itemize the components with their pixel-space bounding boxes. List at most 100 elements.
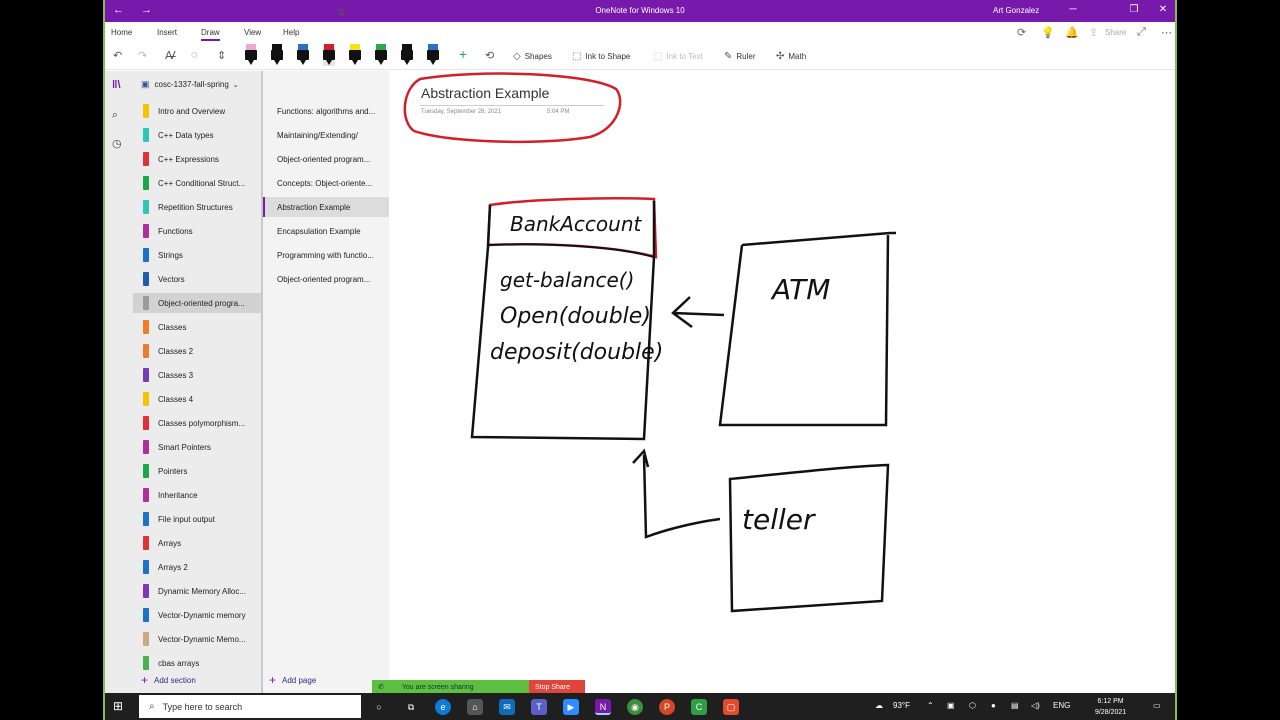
- section-item[interactable]: Dynamic Memory Alloc...: [133, 581, 261, 601]
- add-pen-icon[interactable]: +: [459, 46, 467, 62]
- tab-draw[interactable]: Draw: [201, 28, 220, 41]
- search-icon[interactable]: ⌕: [112, 109, 118, 122]
- chrome-icon[interactable]: ◉: [627, 699, 643, 715]
- page-list-item[interactable]: Object-oriented program...: [263, 269, 389, 289]
- ink-to-text-button[interactable]: ⬚ Ink to Text: [653, 51, 703, 62]
- page-list-item[interactable]: Programming with functio...: [263, 245, 389, 265]
- network-icon[interactable]: ▤: [1011, 701, 1019, 710]
- volume-icon[interactable]: ◁): [1031, 701, 1040, 710]
- user-name[interactable]: Art Gonzalez: [993, 6, 1039, 15]
- sync-icon[interactable]: ⟳: [1017, 26, 1026, 39]
- page-list-item[interactable]: Object-oriented program...: [263, 149, 389, 169]
- section-item[interactable]: Smart Pointers: [133, 437, 261, 457]
- windows-start-icon[interactable]: ⊞: [113, 699, 123, 713]
- camtasia-icon[interactable]: C: [691, 699, 707, 715]
- add-page-button[interactable]: + Add page: [269, 673, 316, 687]
- pen-tool[interactable]: [401, 44, 413, 66]
- page-list-item[interactable]: Maintaining/Extending/: [263, 125, 389, 145]
- tab-help[interactable]: Help: [283, 28, 299, 37]
- task-view-icon[interactable]: ⧉: [403, 699, 419, 715]
- more-options-icon[interactable]: ⋯: [1161, 26, 1172, 39]
- close-button[interactable]: ✕: [1155, 4, 1171, 15]
- section-item[interactable]: Classes 3: [133, 365, 261, 385]
- zoom-icon[interactable]: ▶: [563, 699, 579, 715]
- math-button[interactable]: ✣ Math: [776, 51, 806, 62]
- taskbar-search-box[interactable]: ⌕ Type here to search: [139, 695, 361, 718]
- bell-icon[interactable]: 🔔: [1065, 26, 1079, 39]
- section-item[interactable]: Strings: [133, 245, 261, 265]
- shapes-button[interactable]: ◇ Shapes: [513, 51, 552, 62]
- section-item[interactable]: Inheritance: [133, 485, 261, 505]
- mail-icon[interactable]: ✉: [499, 699, 515, 715]
- lasso-select-icon[interactable]: ◌: [191, 49, 198, 61]
- ink-drawing[interactable]: BankAccount get-balance() Open(double) d…: [390, 71, 1177, 693]
- section-item[interactable]: Arrays 2: [133, 557, 261, 577]
- section-item[interactable]: Classes: [133, 317, 261, 337]
- powerpoint-icon[interactable]: P: [659, 699, 675, 715]
- ink-replay-icon[interactable]: ⟲: [485, 49, 494, 62]
- pen-tool[interactable]: [349, 44, 361, 66]
- lightbulb-icon[interactable]: 💡: [1041, 26, 1055, 39]
- page-list-item[interactable]: Concepts: Object-oriente...: [263, 173, 389, 193]
- type-select-icon[interactable]: Ꜻ: [165, 49, 176, 62]
- pen-tool[interactable]: [323, 44, 335, 66]
- share-button[interactable]: Share: [1105, 28, 1126, 37]
- pen-tool[interactable]: [271, 44, 283, 66]
- ruler-button[interactable]: ✎ Ruler: [724, 51, 756, 62]
- pen-tool[interactable]: [427, 44, 439, 66]
- undo-icon[interactable]: ↶: [113, 49, 122, 62]
- section-item[interactable]: Vector-Dynamic Memo...: [133, 629, 261, 649]
- tab-view[interactable]: View: [244, 28, 261, 37]
- notification-center-icon[interactable]: ▭: [1153, 701, 1161, 710]
- tab-home[interactable]: Home: [111, 28, 132, 37]
- section-item[interactable]: Classes 2: [133, 341, 261, 361]
- section-item[interactable]: Object-oriented progra...: [133, 293, 261, 313]
- tab-insert[interactable]: Insert: [157, 28, 177, 37]
- section-item[interactable]: C++ Data types: [133, 125, 261, 145]
- stop-share-button[interactable]: Stop Share: [529, 680, 585, 694]
- edge-browser-icon[interactable]: e: [435, 699, 451, 715]
- store-icon[interactable]: ⌂: [467, 699, 483, 715]
- teams-icon[interactable]: T: [531, 699, 547, 715]
- microphone-icon[interactable]: ●: [991, 701, 996, 710]
- section-item[interactable]: C++ Conditional Struct...: [133, 173, 261, 193]
- share-icon[interactable]: ⇪: [1089, 26, 1098, 39]
- expand-icon[interactable]: ⤢: [1137, 26, 1146, 39]
- add-space-icon[interactable]: ⇕: [217, 49, 226, 62]
- page-list-item[interactable]: Encapsulation Example: [263, 221, 389, 241]
- sort-icon[interactable]: ⇅: [337, 8, 345, 19]
- notebook-selector[interactable]: ▣ cosc-1337-fall-spring ⌄: [141, 79, 239, 90]
- meet-now-icon[interactable]: ▣: [947, 701, 955, 710]
- ink-to-shape-button[interactable]: ⬚ Ink to Shape: [572, 51, 630, 62]
- tray-chevron-up-icon[interactable]: ⌃: [927, 701, 934, 710]
- recent-clock-icon[interactable]: ◷: [112, 137, 122, 150]
- notebooks-icon[interactable]: ‖\: [112, 79, 121, 91]
- section-item[interactable]: File input output: [133, 509, 261, 529]
- add-section-button[interactable]: + Add section: [141, 673, 196, 687]
- redo-icon[interactable]: ↷: [138, 49, 147, 62]
- taskbar-clock[interactable]: 6:12 PM 9/28/2021: [1095, 696, 1126, 718]
- minimize-button[interactable]: ─: [1065, 4, 1081, 15]
- section-item[interactable]: Pointers: [133, 461, 261, 481]
- section-item[interactable]: Arrays: [133, 533, 261, 553]
- pen-tool[interactable]: [245, 44, 257, 66]
- page-list-item[interactable]: Abstraction Example: [263, 197, 389, 217]
- language-indicator[interactable]: ENG: [1053, 701, 1070, 710]
- recorder-icon[interactable]: ▢: [723, 699, 739, 715]
- section-item[interactable]: C++ Expressions: [133, 149, 261, 169]
- section-item[interactable]: Vectors: [133, 269, 261, 289]
- section-item[interactable]: Repetition Structures: [133, 197, 261, 217]
- restore-button[interactable]: ❐: [1126, 4, 1142, 15]
- section-item[interactable]: Classes 4: [133, 389, 261, 409]
- section-item[interactable]: Classes polymorphism...: [133, 413, 261, 433]
- section-item[interactable]: Vector-Dynamic memory: [133, 605, 261, 625]
- section-item[interactable]: Functions: [133, 221, 261, 241]
- pen-tool[interactable]: [297, 44, 309, 66]
- section-item[interactable]: cbas arrays: [133, 653, 261, 673]
- cortana-icon[interactable]: ○: [371, 699, 387, 715]
- onenote-taskbar-icon[interactable]: N: [595, 699, 611, 715]
- weather-temp[interactable]: 93°F: [893, 701, 910, 710]
- weather-icon[interactable]: ☁: [875, 701, 883, 710]
- page-canvas[interactable]: Abstraction Example Tuesday, September 2…: [390, 71, 1177, 693]
- page-list-item[interactable]: Functions: algorithms and...: [263, 101, 389, 121]
